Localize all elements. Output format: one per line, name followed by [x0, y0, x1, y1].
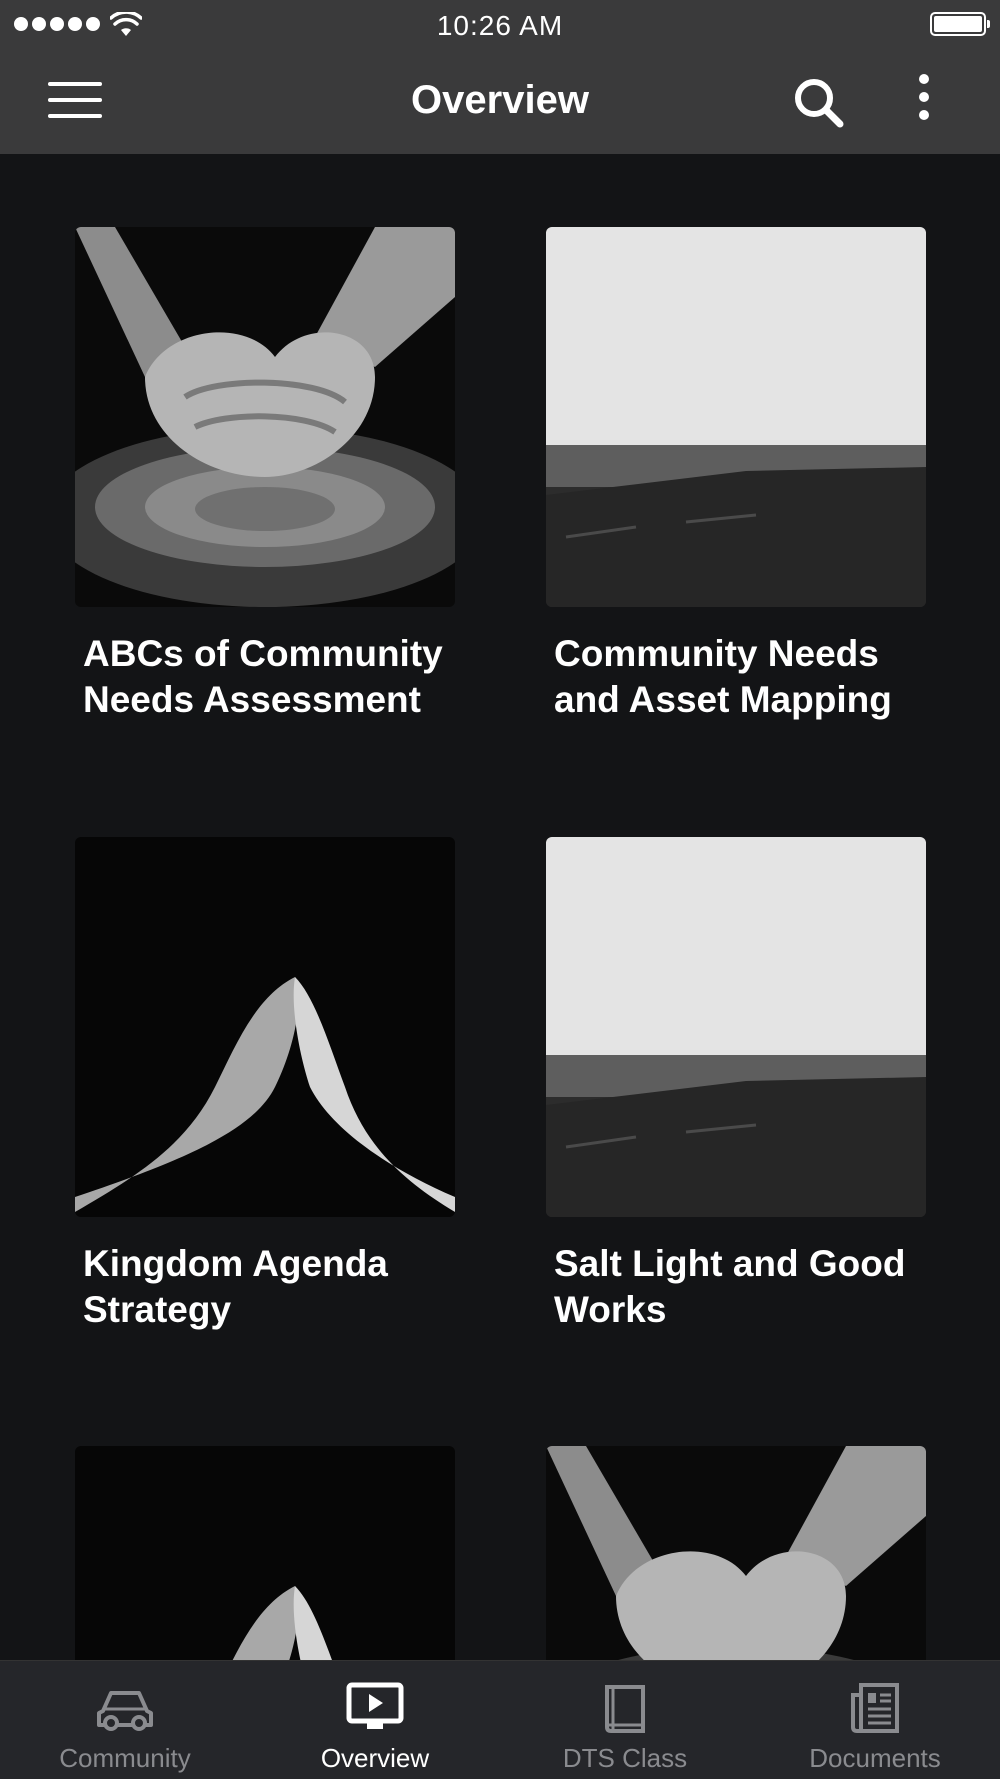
tab-label: Community: [59, 1743, 191, 1773]
newspaper-icon: [851, 1683, 899, 1733]
status-time: 10:26 AM: [436, 10, 564, 41]
top-app-bar: Overview: [0, 50, 1000, 154]
status-bar: 10:26 AM: [0, 0, 1000, 50]
content-grid: ABCs of Community Needs Assessment Commu…: [0, 154, 1000, 1660]
tab-dts-class[interactable]: DTS Class: [500, 1661, 750, 1779]
tab-overview[interactable]: Overview: [250, 1661, 500, 1779]
car-icon: [97, 1691, 153, 1731]
page-title: Overview: [411, 78, 589, 122]
pottery-hands-image: [546, 1446, 926, 1660]
bottom-tab-bar: Community Overview DTS Class Documents: [0, 1660, 1000, 1779]
tab-community[interactable]: Community: [0, 1661, 250, 1779]
tab-documents[interactable]: Documents: [750, 1661, 1000, 1779]
book-icon: [605, 1685, 645, 1733]
coastline-image: [546, 837, 926, 1217]
coastline-image: [546, 227, 926, 607]
tab-label: DTS Class: [562, 1743, 688, 1773]
tv-play-icon: [346, 1682, 404, 1729]
course-card[interactable]: Community Needs and Asset Mapping: [546, 227, 926, 723]
course-card[interactable]: [75, 1446, 455, 1660]
tab-label: Overview: [320, 1743, 430, 1773]
card-title: Salt Light and Good Works: [554, 1243, 906, 1330]
more-options-button[interactable]: [908, 74, 940, 130]
tab-label: Documents: [809, 1743, 941, 1773]
praying-hands-image: [75, 1446, 455, 1660]
course-card[interactable]: Salt Light and Good Works: [546, 837, 926, 1333]
course-card[interactable]: [546, 1446, 926, 1660]
card-title: Kingdom Agenda Strategy: [83, 1243, 388, 1330]
pottery-hands-image: [75, 227, 455, 607]
praying-hands-image: [75, 837, 455, 1217]
card-title: ABCs of Community Needs Assessment: [83, 633, 443, 720]
search-icon[interactable]: [790, 74, 846, 130]
card-title: Community Needs and Asset Mapping: [554, 633, 892, 720]
course-card[interactable]: ABCs of Community Needs Assessment: [75, 227, 455, 723]
course-card[interactable]: Kingdom Agenda Strategy: [75, 837, 455, 1333]
battery-icon: [930, 12, 990, 36]
